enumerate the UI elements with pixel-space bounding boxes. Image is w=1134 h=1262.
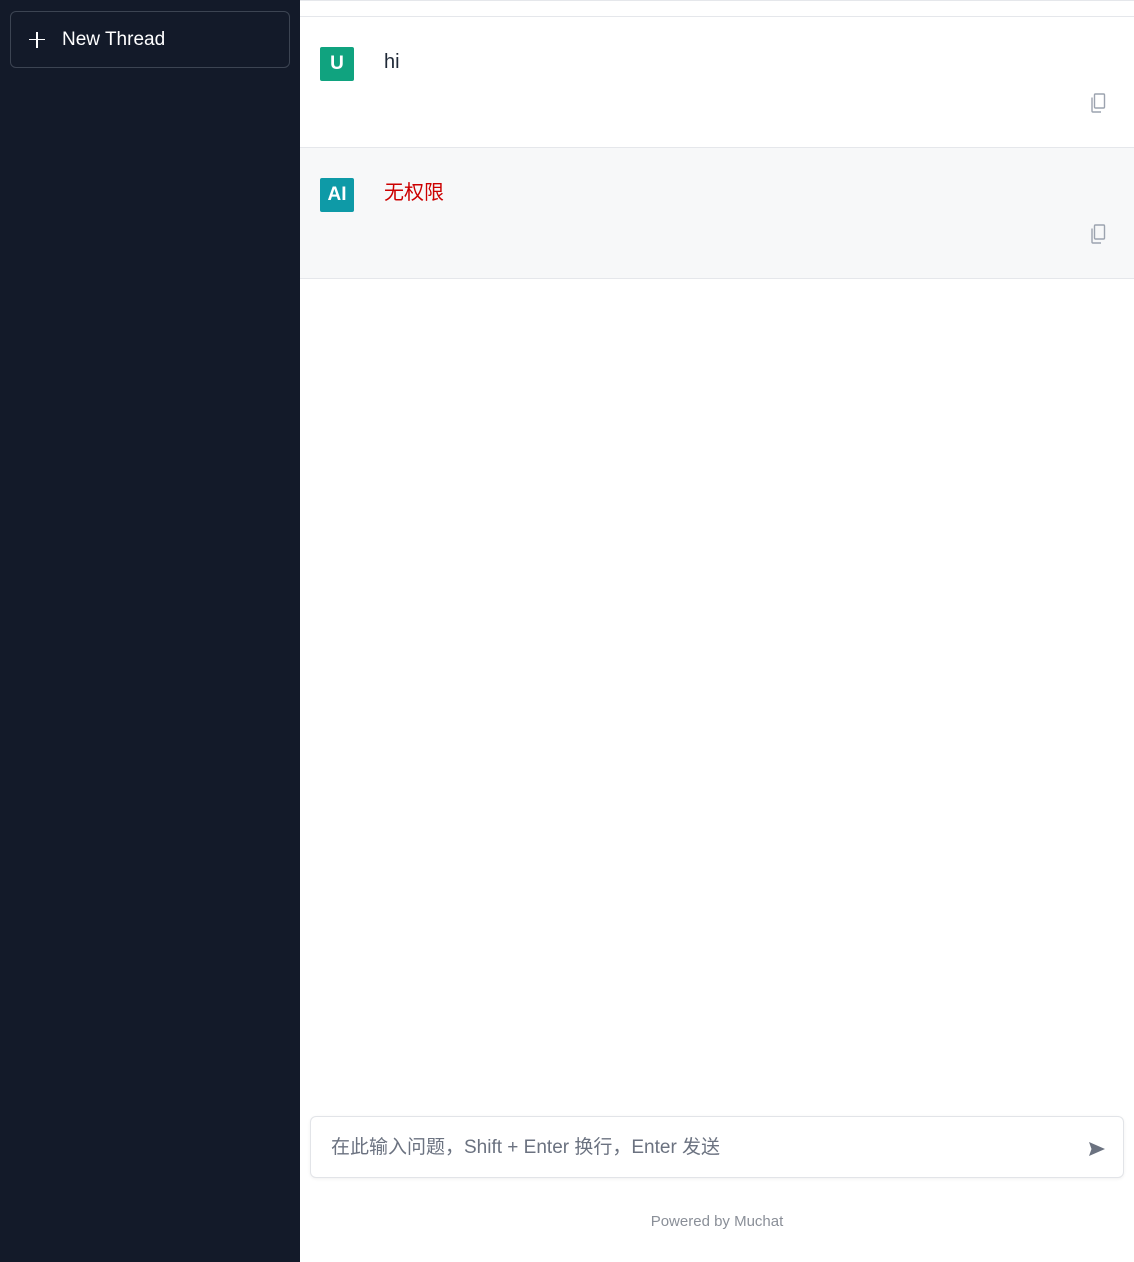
copy-icon[interactable]: [1090, 224, 1106, 244]
message-text: 无权限: [384, 182, 444, 204]
message-input[interactable]: [331, 1131, 1071, 1165]
plus-icon: [29, 31, 45, 48]
message-composer: [310, 1116, 1124, 1178]
send-icon[interactable]: [1087, 1139, 1107, 1159]
new-thread-label: New Thread: [62, 28, 166, 50]
footer-credit: Powered by Muchat: [650, 1213, 784, 1230]
user-avatar: U: [320, 47, 354, 81]
ai-avatar: AI: [320, 178, 354, 212]
chat-main: U hi AI 无权限 Powered by Muchat: [300, 0, 1134, 1262]
sidebar: New Thread: [0, 0, 300, 1262]
message-ai: AI 无权限: [300, 148, 1134, 279]
new-thread-button[interactable]: New Thread: [10, 11, 290, 68]
message-text: hi: [384, 51, 400, 73]
message-user: U hi: [300, 17, 1134, 148]
divider: [300, 0, 1134, 1]
copy-icon[interactable]: [1090, 93, 1106, 113]
